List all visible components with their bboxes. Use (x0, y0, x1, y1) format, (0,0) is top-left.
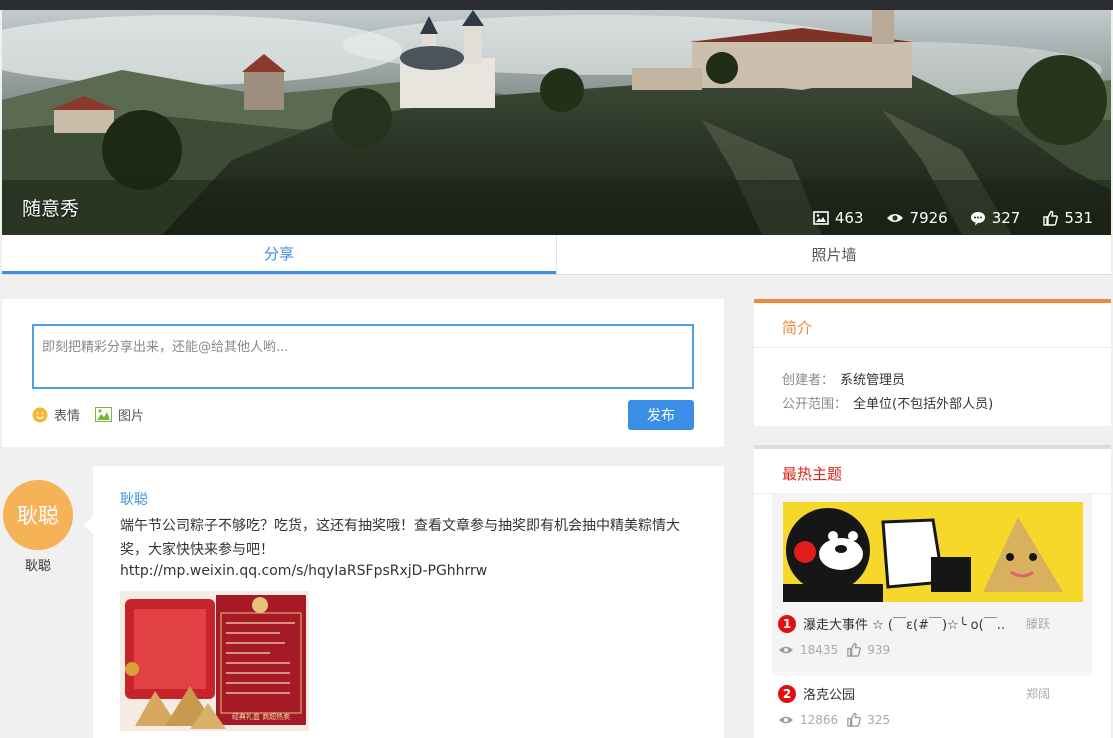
hot-topic-meta: 12866 325 (778, 712, 890, 727)
emoji-label: 表情 (54, 409, 81, 424)
comment-count: 327 (970, 209, 1021, 227)
post-composer: 表情 图片 发布 (2, 299, 724, 447)
post-pointer (84, 515, 94, 535)
thumbs-up-icon (847, 642, 862, 657)
view-count: 7926 (886, 209, 948, 227)
hero-stats: 463 7926 327 531 (813, 209, 1093, 227)
scope-row: 公开范围： 全单位(不包括外部人员) (782, 393, 993, 412)
intro-title: 简介 (782, 319, 813, 337)
smiley-icon (32, 407, 48, 422)
baozou-banner-image (783, 502, 1083, 602)
hot-topic-views: 12866 (800, 712, 839, 727)
hot-topic-likes: 325 (867, 712, 891, 727)
tab-share[interactable]: 分享 (2, 235, 556, 274)
tab-photo-wall[interactable]: 照片墙 (556, 235, 1111, 274)
post-image[interactable]: 经典礼盒 商超热卖 (120, 591, 309, 731)
scope-value: 全单位(不包括外部人员) (853, 397, 994, 412)
intro-panel: 简介 创建者： 系统管理员 公开范围： 全单位(不包括外部人员) (754, 299, 1111, 426)
publish-button[interactable]: 发布 (628, 400, 694, 430)
like-count: 531 (1042, 209, 1093, 227)
post-author-link[interactable]: 耿聪 (120, 489, 148, 509)
creator-key: 创建者： (782, 373, 835, 388)
post-body: 端午节公司粽子不够吃？吃货，这还有抽奖哦！查看文章参与抽奖即有机会抽中精美粽情大… (120, 518, 680, 558)
cover-photo (2, 10, 1111, 235)
hot-topic-item[interactable]: 1 瀑走大事件 ☆ (￣ε(#￣)☆╰ o(￣.. 滕跃 18435 939 (772, 493, 1092, 673)
post-url-link[interactable]: http://mp.weixin.qq.com/s/hqyIaRSFpsRxjD… (120, 563, 487, 579)
view-count-value: 7926 (909, 209, 948, 227)
image-icon (813, 211, 829, 225)
creator-value: 系统管理员 (840, 373, 906, 388)
hot-topic-image[interactable] (783, 502, 1083, 602)
photo-count-value: 463 (834, 209, 864, 227)
hot-topic-item[interactable]: 2 洛克公园 郑阔 12866 325 (772, 674, 1092, 738)
hot-topics-panel: 最热主题 1 瀑走大事件 ☆ (￣ε(#￣)☆╰ o(￣.. 滕跃 18435 … (754, 445, 1111, 738)
avatar[interactable]: 耿聪 (3, 480, 73, 550)
eye-icon (779, 646, 793, 653)
creator-row: 创建者： 系统管理员 (782, 369, 905, 388)
comment-count-value: 327 (991, 209, 1021, 227)
hot-topic-likes: 939 (867, 642, 891, 657)
hot-topic-title[interactable]: 洛克公园 (803, 684, 855, 703)
image-button[interactable]: 图片 (95, 405, 144, 424)
scope-key: 公开范围： (782, 397, 848, 412)
post-card: 耿聪 端午节公司粽子不够吃？吃货，这还有抽奖哦！查看文章参与抽奖即有机会抽中精美… (93, 466, 724, 738)
thumbs-up-icon (847, 712, 862, 727)
hot-topics-title: 最热主题 (782, 465, 843, 483)
eye-icon (779, 716, 793, 723)
tab-bar: 分享 照片墙 (2, 235, 1111, 275)
emoji-button[interactable]: 表情 (32, 405, 80, 424)
intro-divider (754, 347, 1111, 348)
hot-topic-title[interactable]: 瀑走大事件 ☆ (￣ε(#￣)☆╰ o(￣.. (803, 614, 1005, 633)
top-bar (0, 0, 1113, 10)
share-input[interactable] (32, 324, 694, 389)
comment-icon (970, 211, 985, 225)
thumbs-up-icon (1043, 210, 1059, 226)
hot-topic-author: 郑阔 (1026, 687, 1051, 701)
eye-icon (886, 214, 903, 222)
page-title: 随意秀 (22, 198, 80, 220)
image-label: 图片 (118, 409, 145, 424)
hot-topic-views: 18435 (800, 642, 839, 657)
like-count-value: 531 (1064, 209, 1093, 227)
avatar-name: 耿聪 (24, 559, 51, 574)
photo-count: 463 (813, 209, 864, 227)
hot-topic-author: 滕跃 (1026, 617, 1051, 631)
cover-banner: 随意秀 463 7926 327 531 (2, 10, 1111, 235)
rank-badge: 1 (778, 615, 796, 633)
hot-topic-meta: 18435 939 (778, 642, 890, 657)
zongzi-giftbox-image (120, 591, 309, 731)
post-image-caption: 经典礼盒 商超热卖 (231, 713, 291, 721)
rank-badge: 2 (778, 685, 796, 703)
picture-icon (95, 407, 112, 422)
